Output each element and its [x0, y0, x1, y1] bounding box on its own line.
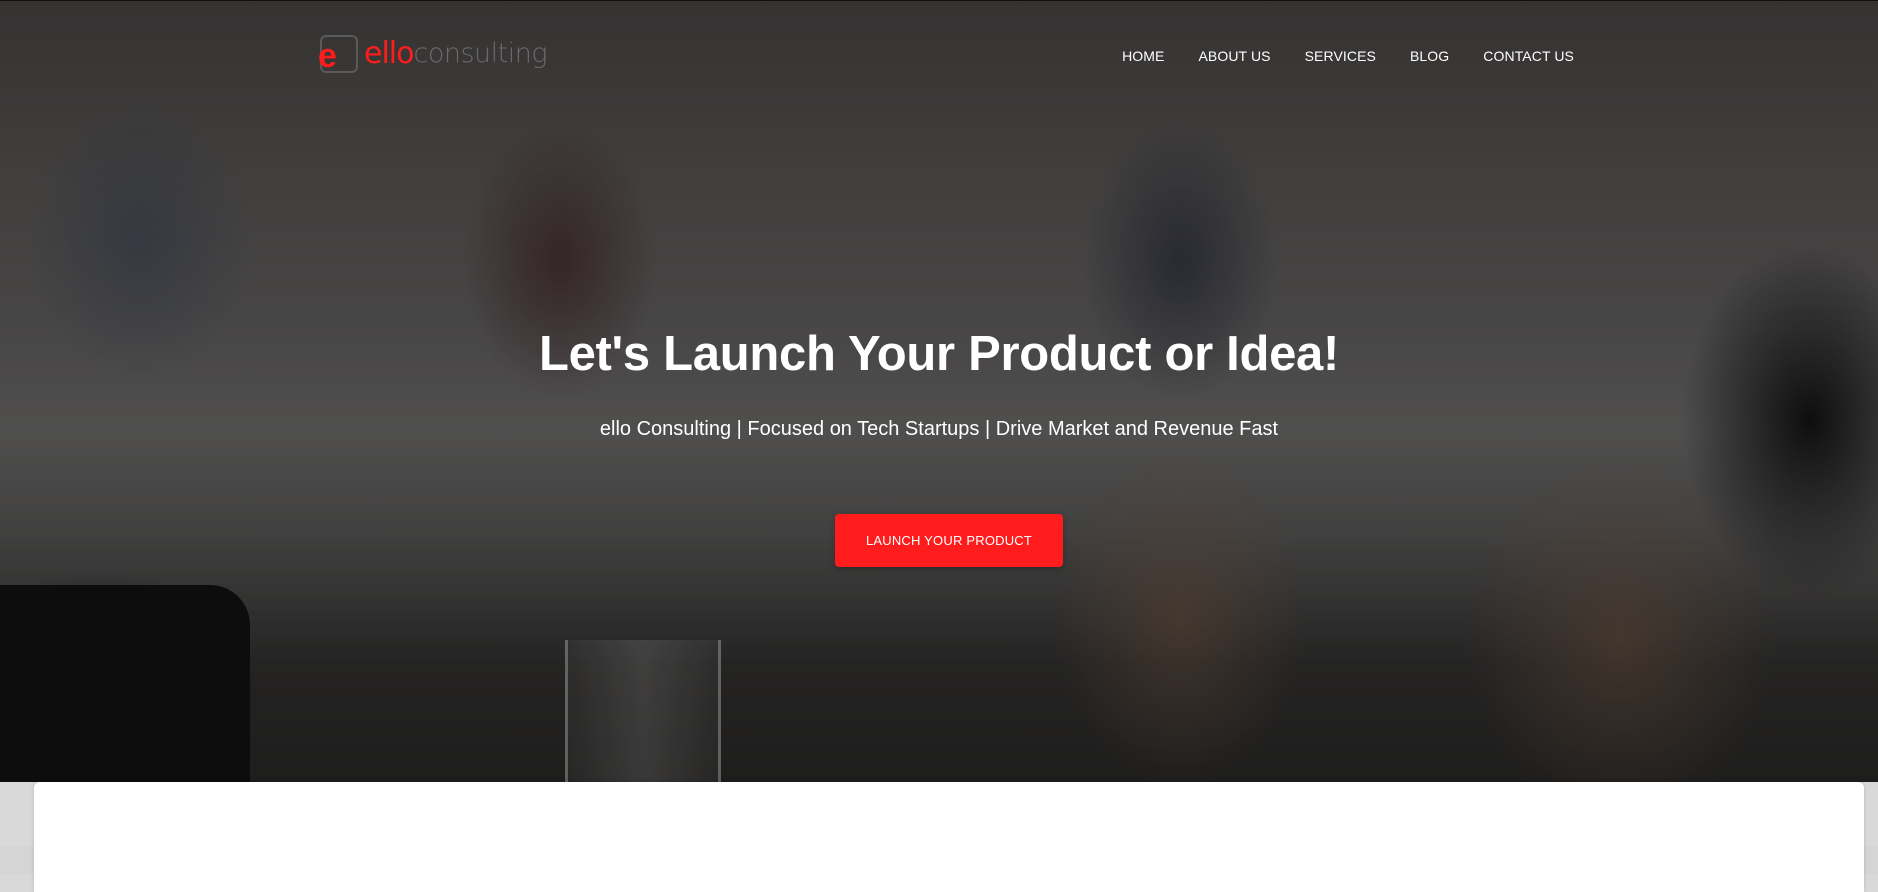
nav-item-about-us[interactable]: ABOUT US — [1198, 48, 1270, 64]
nav-item-contact-us[interactable]: CONTACT US — [1483, 48, 1574, 64]
hero-background — [0, 0, 1878, 782]
site-logo[interactable]: e ello consulting — [318, 34, 548, 75]
launch-product-button[interactable]: LAUNCH YOUR PRODUCT — [835, 514, 1063, 567]
logo-text-secondary: consulting — [413, 38, 548, 69]
logo-mark-letter: e — [318, 37, 337, 75]
logo-mark-icon: e — [318, 35, 358, 75]
hero-photo-chair — [0, 585, 250, 782]
nav-item-services[interactable]: SERVICES — [1305, 48, 1376, 64]
logo-text-primary: ello — [364, 36, 414, 71]
nav-item-home[interactable]: HOME — [1122, 48, 1164, 64]
hero-subtitle: ello Consulting | Focused on Tech Startu… — [599, 418, 1279, 440]
hero-title: Let's Launch Your Product or Idea! — [538, 327, 1340, 381]
main-navigation: HOME ABOUT US SERVICES BLOG CONTACT US — [1122, 48, 1574, 64]
hero-photo-glass — [565, 640, 721, 782]
content-card — [34, 782, 1864, 892]
site-header: e ello consulting HOME ABOUT US SERVICES… — [0, 0, 1878, 110]
nav-item-blog[interactable]: BLOG — [1410, 48, 1449, 64]
